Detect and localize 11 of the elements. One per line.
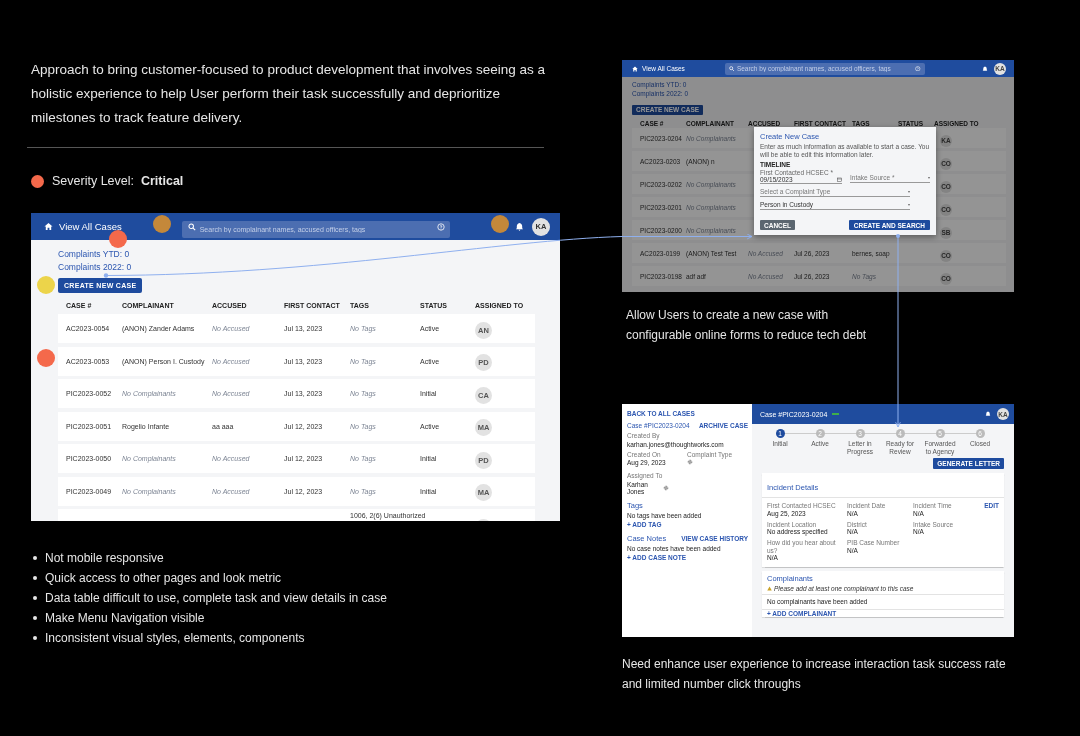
bullet-text: Make Menu Navigation visible xyxy=(45,610,205,627)
bullet-text: Data table difficult to use, complete task and view details in case xyxy=(45,590,387,607)
complaint-count: Complaints 2022: 0 xyxy=(58,261,133,274)
severity-label: Severity Level: Critical xyxy=(52,174,184,188)
caption: Allow Users to create a new case with configurable online forms to reduce tech debt xyxy=(626,307,868,344)
bullet-text: Quick access to other pages and look metric xyxy=(45,570,282,587)
complaint-count: Complaints YTD: 0 xyxy=(58,248,131,261)
bullet-text: Inconsistent visual styles, elements, components xyxy=(45,630,305,647)
caption: Need enhance user experience to increase interaction task success rate and limited number click throughs xyxy=(622,656,1007,693)
bullet-text: Not mobile responsive xyxy=(45,550,164,567)
intro-paragraph: Approach to bring customer-focused to product development that involves seeing as a holistic experience to help User perform their task successfully and deprioritize milestones to track feature delivery. xyxy=(31,61,547,127)
